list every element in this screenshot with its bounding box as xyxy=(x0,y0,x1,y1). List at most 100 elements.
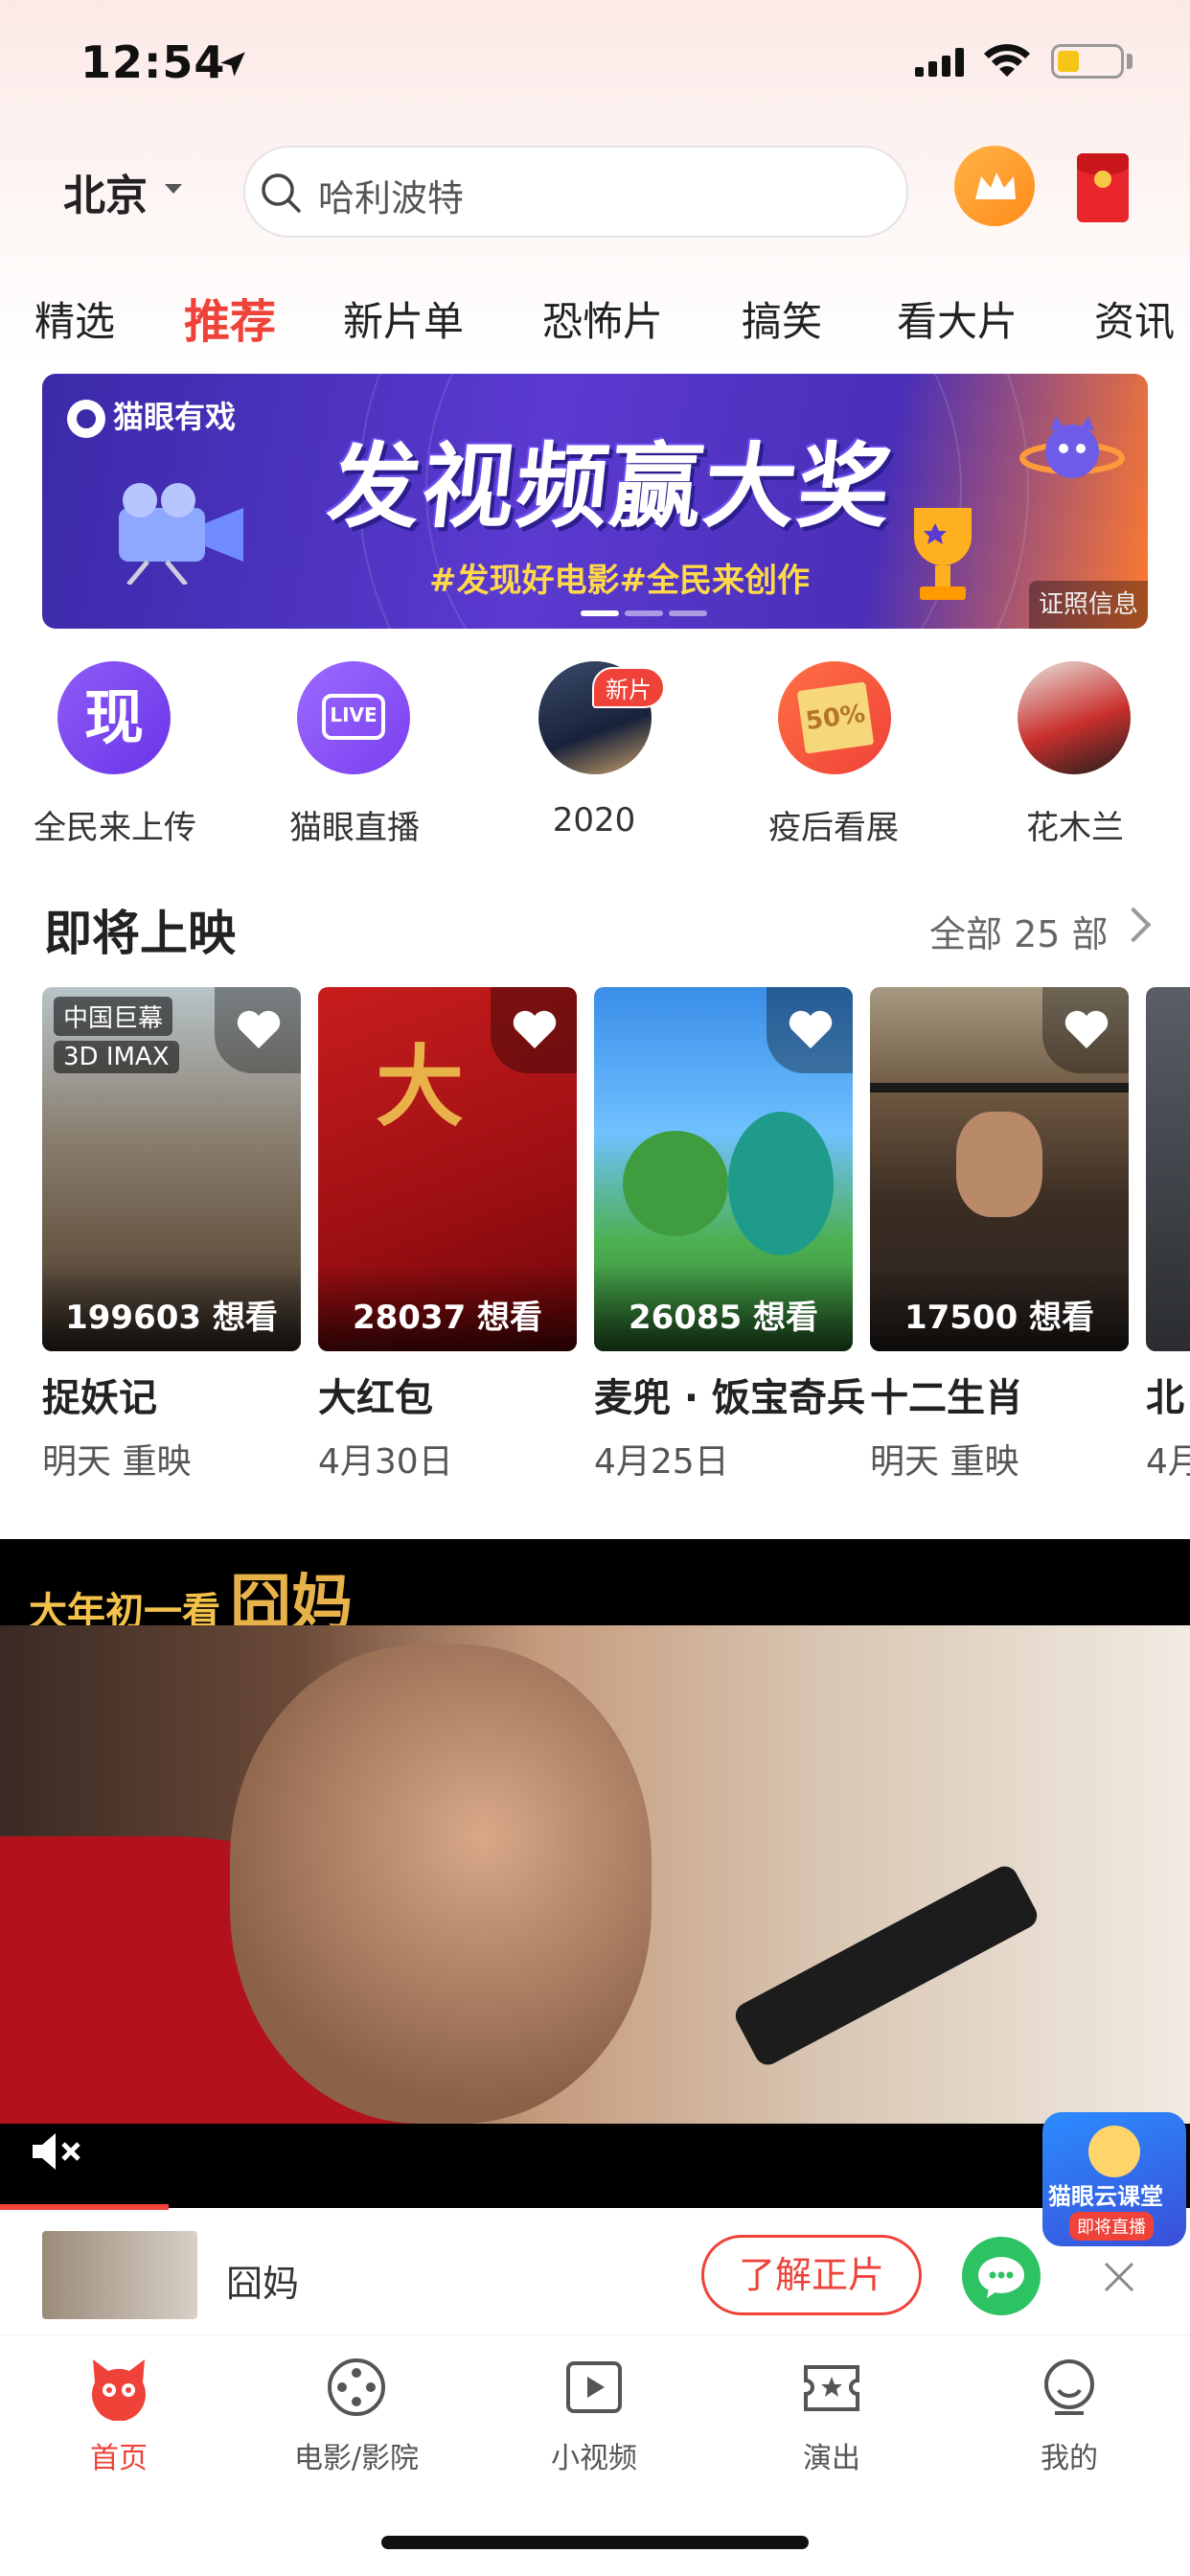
cat-paw-icon xyxy=(67,400,105,438)
movie-title[interactable]: 十二生肖 xyxy=(870,1367,1023,1422)
banner-title: 发视频赢大奖 xyxy=(323,433,898,540)
play-icon xyxy=(566,2361,622,2413)
upload-entry-glyph: 现 xyxy=(83,682,144,752)
format-tag: 3D IMAX xyxy=(54,1041,179,1073)
live-label: LIVE xyxy=(330,703,378,726)
tab-recommended[interactable]: 推荐 xyxy=(184,284,276,351)
imax-tag: 中国巨幕 xyxy=(54,997,173,1036)
promo-banner[interactable]: 猫眼有戏 发视频赢大奖 #发现好电影#全民来创作 证照信息 xyxy=(42,374,1148,629)
camera-icon xyxy=(119,483,243,585)
release-date: 明天 重映 xyxy=(42,1442,192,1482)
poster-face xyxy=(956,1112,1042,1217)
video-thumbnail[interactable] xyxy=(42,2231,197,2319)
nav-short-videos[interactable]: 小视频 xyxy=(475,2354,713,2476)
close-icon[interactable] xyxy=(1100,2258,1138,2296)
wifi-icon xyxy=(984,44,1030,77)
home-indicator[interactable] xyxy=(381,2536,809,2549)
quick-entry-label[interactable]: 猫眼直播 xyxy=(240,801,469,848)
release-date: 4月30日 xyxy=(318,1442,453,1482)
exhibition-entry-icon[interactable]: 50% xyxy=(778,661,891,774)
live-entry-icon[interactable]: LIVE xyxy=(297,661,410,774)
ticket-star-icon xyxy=(804,2365,859,2411)
discount-ticket-icon: 50% xyxy=(796,681,875,754)
movie-poster[interactable] xyxy=(1146,987,1190,1351)
quick-entry-label[interactable]: 全民来上传 xyxy=(0,801,230,848)
vip-crown-icon[interactable] xyxy=(954,146,1035,226)
city-selector[interactable]: 北京 xyxy=(63,161,148,222)
nav-movies-cinemas[interactable]: 电影/影院 xyxy=(238,2354,475,2476)
movie-title[interactable]: 北 xyxy=(1146,1367,1184,1422)
movie-poster[interactable]: 中国巨幕 3D IMAX 199603 想看 xyxy=(42,987,301,1351)
poster-character xyxy=(728,1112,834,1255)
tab-comedy[interactable]: 搞笑 xyxy=(742,289,822,348)
nav-label: 电影/影院 xyxy=(293,2442,420,2475)
banner-subtitle: #发现好电影#全民来创作 xyxy=(429,562,810,600)
nav-label: 演出 xyxy=(803,2442,860,2475)
search-placeholder: 哈利波特 xyxy=(318,177,465,219)
nav-profile[interactable]: 我的 xyxy=(950,2354,1188,2476)
tab-news[interactable]: 资讯 xyxy=(1094,289,1175,348)
search-icon xyxy=(262,173,301,213)
video-title[interactable]: 囧妈 xyxy=(226,2254,299,2307)
movie-poster[interactable]: 17500 想看 xyxy=(870,987,1129,1351)
movie-title[interactable]: 捉妖记 xyxy=(42,1367,157,1422)
heart-icon[interactable] xyxy=(512,1008,558,1050)
cat-icon xyxy=(92,2359,146,2422)
status-time: 12:54 xyxy=(80,36,226,88)
movie-poster[interactable]: 26085 想看 xyxy=(594,987,853,1351)
license-info-link[interactable]: 证照信息 xyxy=(1029,581,1148,629)
trophy-icon xyxy=(914,508,972,600)
tab-new-films[interactable]: 新片单 xyxy=(343,289,464,348)
nav-label: 小视频 xyxy=(551,2442,637,2475)
cellular-signal-icon xyxy=(915,48,969,77)
video-progress-bar[interactable] xyxy=(0,2204,169,2210)
badge-title: 猫眼云课堂 xyxy=(1048,2183,1163,2210)
banner-brand: 猫眼有戏 xyxy=(67,393,236,438)
battery-cap xyxy=(1127,54,1133,69)
wechat-share-icon[interactable] xyxy=(962,2237,1041,2315)
location-arrow-icon xyxy=(220,52,245,77)
nav-label: 首页 xyxy=(90,2442,148,2475)
nav-shows[interactable]: 演出 xyxy=(713,2354,950,2476)
mascot-icon xyxy=(1088,2126,1140,2177)
movie-title[interactable]: 大红包 xyxy=(318,1367,433,1422)
heart-icon[interactable] xyxy=(1064,1008,1110,1050)
video-frame xyxy=(0,1625,1190,2124)
release-date: 明天 重映 xyxy=(870,1442,1019,1482)
tab-horror[interactable]: 恐怖片 xyxy=(542,289,663,348)
mulan-entry-thumbnail[interactable] xyxy=(1018,661,1131,774)
quick-entry-label[interactable]: 花木兰 xyxy=(960,801,1190,848)
battery-icon xyxy=(1051,44,1124,79)
quick-entry-label[interactable]: 疫后看展 xyxy=(719,801,949,848)
cloud-class-badge[interactable]: 猫眼云课堂 即将直播 xyxy=(1042,2112,1186,2246)
release-date: 4月 xyxy=(1146,1442,1190,1482)
want-count: 28037 想看 xyxy=(318,1265,577,1351)
poster-calligraphy: 大 xyxy=(376,1035,465,1138)
film-reel-icon xyxy=(328,2358,385,2416)
heart-icon[interactable] xyxy=(788,1008,834,1050)
video-player[interactable]: 大年初一看 囧妈 xyxy=(0,1539,1190,2208)
view-all-link[interactable]: 全部 25 部 xyxy=(929,905,1109,957)
profile-icon xyxy=(1044,2359,1094,2415)
heart-icon[interactable] xyxy=(236,1008,282,1050)
release-date: 4月25日 xyxy=(594,1442,729,1482)
movie-poster[interactable]: 大 28037 想看 xyxy=(318,987,577,1351)
learn-full-movie-button[interactable]: 了解正片 xyxy=(701,2235,922,2315)
quick-entry-label[interactable]: 2020 xyxy=(479,801,709,840)
nav-home[interactable]: 首页 xyxy=(0,2354,238,2476)
tab-featured[interactable]: 精选 xyxy=(34,289,115,348)
phone xyxy=(730,1861,1042,2070)
tab-blockbusters[interactable]: 看大片 xyxy=(897,289,1018,348)
movie-title[interactable]: 麦兜 · 饭宝奇兵 xyxy=(594,1367,865,1422)
mute-icon[interactable] xyxy=(29,2128,86,2175)
carousel-indicator xyxy=(581,602,713,620)
upload-entry-icon[interactable]: 现 xyxy=(57,661,171,774)
red-envelope-icon[interactable] xyxy=(1077,153,1129,222)
want-count: 199603 想看 xyxy=(42,1265,301,1351)
caret-down-icon[interactable] xyxy=(165,184,182,194)
face xyxy=(230,1644,652,2124)
planet-cat-icon xyxy=(1019,416,1125,478)
nav-label: 我的 xyxy=(1041,2442,1098,2475)
poster-character xyxy=(623,1131,728,1236)
chevron-right-icon[interactable] xyxy=(1115,907,1152,943)
